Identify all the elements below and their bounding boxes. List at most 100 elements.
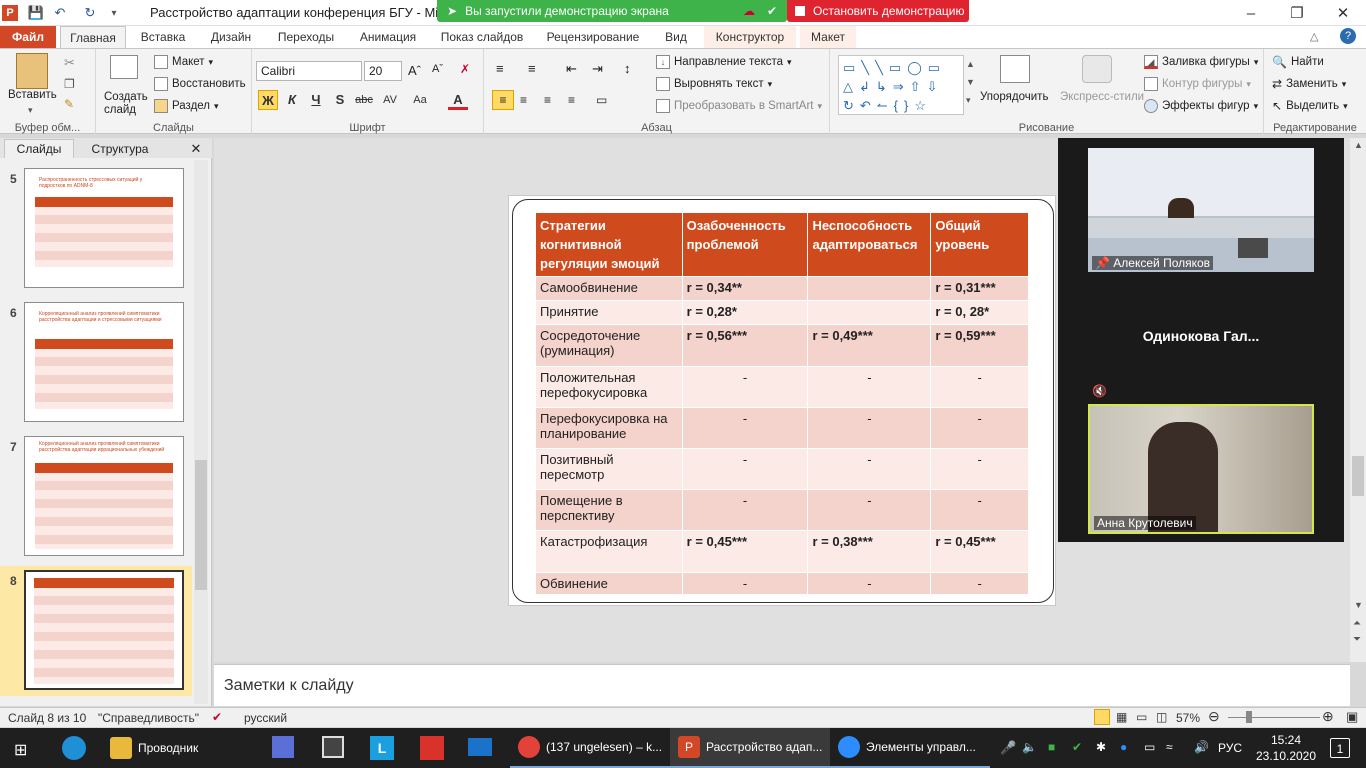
slideshow-view-icon[interactable]: ◫ (1156, 710, 1167, 724)
arrange-button[interactable]: Упорядочить (980, 91, 1048, 103)
table-cell[interactable]: Катастрофизация (535, 530, 683, 573)
red-app-icon[interactable] (420, 736, 444, 760)
bluetooth-icon[interactable]: ✱ (1096, 740, 1106, 754)
zoom-in-icon[interactable]: ⊕ (1322, 708, 1334, 725)
numbering-icon[interactable]: ≡ (528, 61, 536, 76)
table-cell[interactable]: - (807, 448, 932, 490)
table-cell[interactable]: Позитивный пересмотр (535, 448, 683, 490)
align-right-icon[interactable]: ≡ (544, 93, 551, 107)
italic-button[interactable]: К (282, 90, 302, 110)
tab-animation[interactable]: Анимация (350, 26, 426, 48)
shape-effects-button[interactable]: Эффекты фигур ▾ (1144, 99, 1258, 113)
close-panel-icon[interactable]: ✕ (186, 139, 206, 158)
table-cell[interactable]: r = 0,56*** (681, 324, 809, 367)
table-cell[interactable]: Сосредоточение (руминация) (535, 324, 683, 367)
shape-outline-button[interactable]: Контур фигуры ▾ (1144, 77, 1251, 91)
tab-file[interactable]: Файл (0, 26, 56, 48)
increase-indent-icon[interactable]: ⇥ (592, 61, 603, 77)
stop-share-button[interactable]: Остановить демонстрацию (787, 0, 969, 22)
close-icon[interactable]: ✕ (1320, 0, 1366, 26)
zoom-tray-icon[interactable]: ● (1120, 740, 1127, 754)
replace-button[interactable]: ⇄ Заменить ▾ (1272, 77, 1346, 91)
align-left-icon[interactable]: ≡ (492, 90, 514, 110)
zoom-out-icon[interactable]: ⊖ (1208, 708, 1220, 725)
taskbar-powerpoint[interactable]: P Расстройство адап... (670, 728, 830, 768)
table-cell[interactable]: - (930, 572, 1029, 595)
table-cell[interactable]: - (807, 572, 932, 595)
volume-icon[interactable]: 🔊 (1194, 740, 1209, 754)
slide-thumbnail-7[interactable]: Корреляционный анализ проявлений симптом… (24, 436, 184, 556)
select-button[interactable]: ↖ Выделить ▾ (1272, 99, 1348, 113)
help-icon[interactable]: ? (1340, 28, 1356, 44)
text-direction-button[interactable]: ↓ Направление текста ▾ (656, 55, 792, 69)
decrease-indent-icon[interactable]: ⇤ (566, 61, 577, 77)
tab-home[interactable]: Главная (60, 26, 126, 48)
table-cell[interactable]: r = 0, 28* (930, 300, 1029, 325)
paste-button[interactable]: Вставить (8, 89, 57, 101)
redo-icon[interactable]: ↻ (80, 3, 100, 23)
grow-font-icon[interactable]: Aˆ (408, 63, 421, 78)
paste-icon[interactable] (16, 53, 48, 89)
spellcheck-icon[interactable]: ✔ (212, 710, 222, 724)
mic-icon[interactable]: 🎤 (1000, 740, 1016, 756)
new-slide-button[interactable]: Создать слайд (104, 91, 152, 117)
reading-view-icon[interactable]: ▭ (1136, 710, 1147, 724)
table-cell[interactable]: - (681, 489, 809, 531)
header-preoccupation[interactable]: Озабоченность проблемой (681, 212, 809, 277)
floppy-app-icon[interactable] (272, 736, 294, 758)
new-slide-icon[interactable] (110, 55, 138, 79)
shadow-button[interactable]: S (330, 90, 350, 110)
scroll-thumb[interactable] (195, 460, 207, 590)
reset-button[interactable]: Восстановить (154, 77, 246, 91)
cut-icon[interactable]: ✂ (64, 55, 75, 71)
notification-icon[interactable]: 1 (1330, 738, 1350, 758)
table-cell[interactable]: r = 0,45*** (681, 530, 809, 573)
tab-slideshow[interactable]: Показ слайдов (430, 26, 534, 48)
table-cell[interactable]: - (930, 407, 1029, 449)
theme-name[interactable]: "Справедливость" (98, 711, 199, 725)
participant-name-2[interactable]: Одинокова Гал... (1088, 328, 1314, 344)
table-cell[interactable]: Положительная перефокусировка (535, 366, 683, 408)
participant-video-1[interactable]: 📌 Алексей Поляков (1088, 148, 1314, 272)
tab-design[interactable]: Дизайн (200, 26, 262, 48)
tab-slides[interactable]: Слайды (4, 139, 74, 158)
tab-outline[interactable]: Структура (80, 139, 160, 158)
tab-transitions[interactable]: Переходы (266, 26, 346, 48)
next-slide-icon[interactable]: ⏷ (1353, 634, 1361, 645)
table-cell[interactable]: - (930, 366, 1029, 408)
gallery-scroll-icon[interactable]: ▲ ▼ ▾ (966, 55, 975, 109)
smartart-button[interactable]: Преобразовать в SmartArt ▾ (656, 99, 822, 113)
table-cell[interactable]: - (807, 366, 932, 408)
paste-dropdown-icon[interactable]: ▾ (28, 105, 33, 116)
correlation-table[interactable]: Стратегии когнитивной регуляции эмоций О… (535, 212, 1029, 595)
clock-time[interactable]: 15:24 (1260, 733, 1312, 747)
font-name-input[interactable]: Calibri (256, 61, 362, 81)
speaker-icon[interactable]: 🔈 (1022, 740, 1037, 754)
zoom-level[interactable]: 57% (1176, 711, 1200, 725)
change-case-button[interactable]: Aa (410, 90, 430, 110)
columns-icon[interactable]: ▭ (596, 93, 607, 107)
clock-date[interactable]: 23.10.2020 (1254, 749, 1318, 763)
battery-icon[interactable]: ▭ (1144, 740, 1155, 754)
normal-view-icon[interactable] (1094, 709, 1110, 725)
table-cell[interactable]: - (807, 489, 932, 531)
notes-pane[interactable]: Заметки к слайду (214, 664, 1350, 706)
table-cell[interactable]: Самообвинение (535, 276, 683, 301)
tab-insert[interactable]: Вставка (130, 26, 196, 48)
slide-thumbnail-8[interactable] (24, 570, 184, 690)
font-color-button[interactable]: A (448, 90, 468, 110)
tray-app-icon[interactable]: ■ (1048, 740, 1055, 754)
slide-thumbnail-5[interactable]: Распространенность стрессовых ситуаций у… (24, 168, 184, 288)
quick-styles-button[interactable]: Экспресс-стили (1060, 91, 1144, 103)
header-failure-to-adapt[interactable]: Неспособность адаптироваться (807, 212, 932, 277)
zoom-slider[interactable] (1228, 717, 1320, 718)
editor-scrollbar[interactable]: ▲ ▼ ⏶ ⏷ (1350, 138, 1366, 662)
align-text-button[interactable]: Выровнять текст ▾ (656, 77, 772, 91)
header-total[interactable]: Общий уровень (930, 212, 1029, 277)
table-cell[interactable]: r = 0,59*** (930, 324, 1029, 367)
sorter-view-icon[interactable]: ▦ (1116, 710, 1127, 724)
zoom-slider-thumb[interactable] (1246, 711, 1252, 723)
bold-button[interactable]: Ж (258, 90, 278, 110)
shield-tray-icon[interactable]: ✔ (1072, 740, 1082, 754)
tab-view[interactable]: Вид (652, 26, 700, 48)
